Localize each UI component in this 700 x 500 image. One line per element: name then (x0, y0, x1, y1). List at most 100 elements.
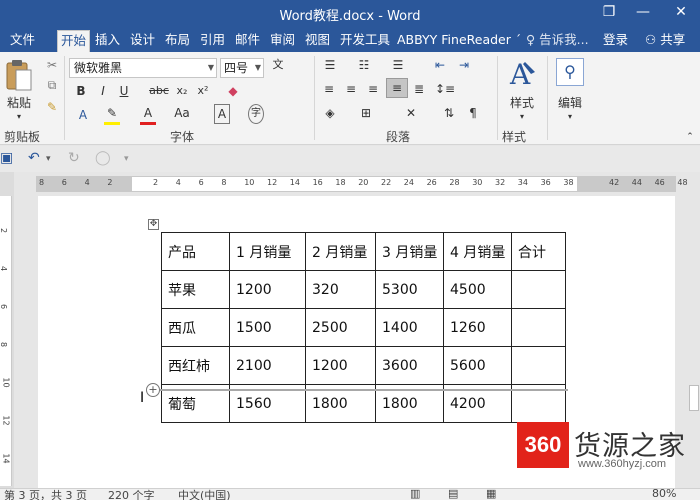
tab-mailings[interactable]: 邮件 (232, 30, 263, 52)
borders-icon[interactable]: ⊞ (356, 104, 376, 122)
table-cell[interactable]: 西瓜 (161, 308, 230, 347)
enclosed-character-button[interactable]: 字 (248, 104, 264, 124)
strikethrough-button[interactable]: abc (148, 82, 170, 100)
web-layout-icon[interactable]: ▦ (486, 487, 496, 500)
subscript-button[interactable]: x₂ (174, 82, 190, 100)
print-layout-icon[interactable]: ▤ (448, 487, 458, 500)
table-header-cell[interactable]: 产品 (161, 232, 230, 271)
clear-format-icon[interactable]: ◆ (226, 82, 240, 100)
table-cell[interactable]: 3600 (375, 346, 444, 385)
table-cell[interactable]: 320 (305, 270, 376, 309)
table-cell[interactable]: 5600 (443, 346, 512, 385)
read-mode-icon[interactable]: ▥ (410, 487, 420, 500)
table-cell[interactable]: 5300 (375, 270, 444, 309)
cut-icon[interactable]: ✂ (44, 56, 60, 74)
multilevel-list-icon[interactable]: ☰ (388, 56, 408, 74)
show-marks-icon[interactable]: ¶ (464, 104, 482, 122)
table-cell[interactable]: 1400 (375, 308, 444, 347)
table-cell[interactable]: 1500 (229, 308, 306, 347)
format-painter-icon[interactable]: ✎ (44, 98, 60, 116)
align-center-icon[interactable]: ≡ (342, 80, 360, 98)
table-header-cell[interactable]: 4 月销量 (443, 232, 512, 271)
align-right-icon[interactable]: ≡ (364, 80, 382, 98)
line-spacing-icon[interactable]: ↕≡ (432, 80, 458, 98)
superscript-button[interactable]: x² (195, 82, 211, 100)
tell-me-search[interactable]: ♀ 告诉我... (526, 30, 589, 50)
font-color-button[interactable]: A (140, 104, 156, 125)
table-cell[interactable] (511, 346, 566, 385)
table-move-handle-icon[interactable]: ✥ (148, 219, 159, 230)
table-header-cell[interactable]: 1 月销量 (229, 232, 306, 271)
italic-button[interactable]: I (96, 82, 110, 100)
table-cell[interactable]: 1200 (305, 346, 376, 385)
tab-view[interactable]: 视图 (302, 30, 333, 52)
shading-icon[interactable]: ◈ (320, 104, 340, 122)
distributed-icon[interactable]: ≣ (410, 80, 428, 98)
character-border-button[interactable]: A (214, 104, 230, 124)
undo-icon[interactable]: ↶ (28, 150, 40, 166)
horizontal-ruler[interactable]: 8 6 4 2 2 4 6 8 10 12 14 16 18 20 22 24 26 28 30 32 34 36 38 42… (36, 176, 688, 192)
justify-icon[interactable]: ≡ (386, 78, 408, 98)
highlight-icon[interactable]: ✎ (104, 104, 120, 125)
table-header-cell[interactable]: 3 月销量 (375, 232, 444, 271)
tab-review[interactable]: 审阅 (267, 30, 298, 52)
tab-home[interactable]: 开始 (57, 30, 91, 52)
decrease-indent-icon[interactable]: ⇤ (430, 56, 450, 74)
table-header-cell[interactable]: 合计 (511, 232, 566, 271)
table-cell[interactable]: 苹果 (161, 270, 230, 309)
share-button[interactable]: ⚇ 共享 (645, 30, 685, 50)
chevron-down-icon[interactable]: ▾ (46, 154, 51, 164)
font-size-select[interactable]: 四号 ▼ (220, 58, 264, 78)
tab-references[interactable]: 引用 (197, 30, 228, 52)
tab-layout[interactable]: 布局 (162, 30, 193, 52)
table-cell[interactable]: 2500 (305, 308, 376, 347)
paste-button[interactable]: 粘贴 ▾ (3, 56, 35, 122)
chinese-layout-icon[interactable]: ✕ (400, 104, 422, 122)
scrollbar-thumb[interactable] (689, 385, 699, 411)
table-cell[interactable]: 2100 (229, 346, 306, 385)
tab-design[interactable]: 设计 (127, 30, 158, 52)
table-cell[interactable]: 西红柿 (161, 346, 230, 385)
redo-icon[interactable]: ↻ (68, 150, 80, 166)
insert-row-plus-icon[interactable]: + (146, 383, 160, 397)
tab-insert[interactable]: 插入 (92, 30, 123, 52)
bullets-icon[interactable]: ☰ (320, 56, 340, 74)
table-cell[interactable]: 1260 (443, 308, 512, 347)
table-cell[interactable] (511, 308, 566, 347)
page-count[interactable]: 第 3 页，共 3 页 (4, 487, 87, 500)
phonetic-guide-button[interactable]: 文 (268, 56, 288, 74)
change-case-button[interactable]: Aa (172, 104, 192, 122)
bold-button[interactable]: B (74, 82, 88, 100)
vertical-ruler[interactable]: 2 4 6 8 10 12 14 (0, 196, 12, 486)
copy-icon[interactable]: ⧉ (44, 76, 60, 94)
tab-file[interactable]: 文件 (7, 30, 38, 52)
tab-developer[interactable]: 开发工具 (337, 30, 393, 52)
ribbon-display-button[interactable]: ❐ (592, 0, 626, 26)
table-cell[interactable]: 4500 (443, 270, 512, 309)
close-button[interactable]: ✕ (664, 0, 698, 26)
vertical-scrollbar[interactable] (688, 172, 700, 488)
table-header-cell[interactable]: 2 月销量 (305, 232, 376, 271)
edit-button[interactable]: ⚲ 编辑 ▾ (552, 56, 588, 122)
sort-icon[interactable]: ⇅ (440, 104, 458, 122)
underline-button[interactable]: U (117, 82, 131, 100)
tab-abbyy[interactable]: ABBYY FineReader ´ (394, 30, 524, 52)
customize-qat-icon[interactable]: ▾ (124, 154, 129, 164)
styles-button[interactable]: A 样式 ▾ (502, 56, 542, 122)
numbering-icon[interactable]: ☷ (354, 56, 374, 74)
touch-mode-icon[interactable]: ◯ (95, 150, 111, 166)
table-cell[interactable]: 1200 (229, 270, 306, 309)
font-name-select[interactable]: 微软雅黑 ▼ (69, 58, 217, 78)
save-icon[interactable]: ▣ (0, 150, 13, 166)
language-indicator[interactable]: 中文(中国) (178, 487, 231, 500)
sales-table[interactable]: 产品 1 月销量 2 月销量 3 月销量 4 月销量 合计 苹果 1200 320 5300 450… (161, 232, 566, 423)
word-count[interactable]: 220 个字 (108, 487, 155, 500)
collapse-ribbon-icon[interactable]: ⌃ (684, 128, 696, 146)
login-link[interactable]: 登录 (603, 30, 628, 50)
text-effects-icon[interactable]: A (76, 106, 90, 124)
increase-indent-icon[interactable]: ⇥ (454, 56, 474, 74)
zoom-level[interactable]: 80% (652, 487, 676, 500)
align-left-icon[interactable]: ≡ (320, 80, 338, 98)
table-cell[interactable] (511, 270, 566, 309)
minimize-button[interactable]: — (626, 0, 660, 26)
